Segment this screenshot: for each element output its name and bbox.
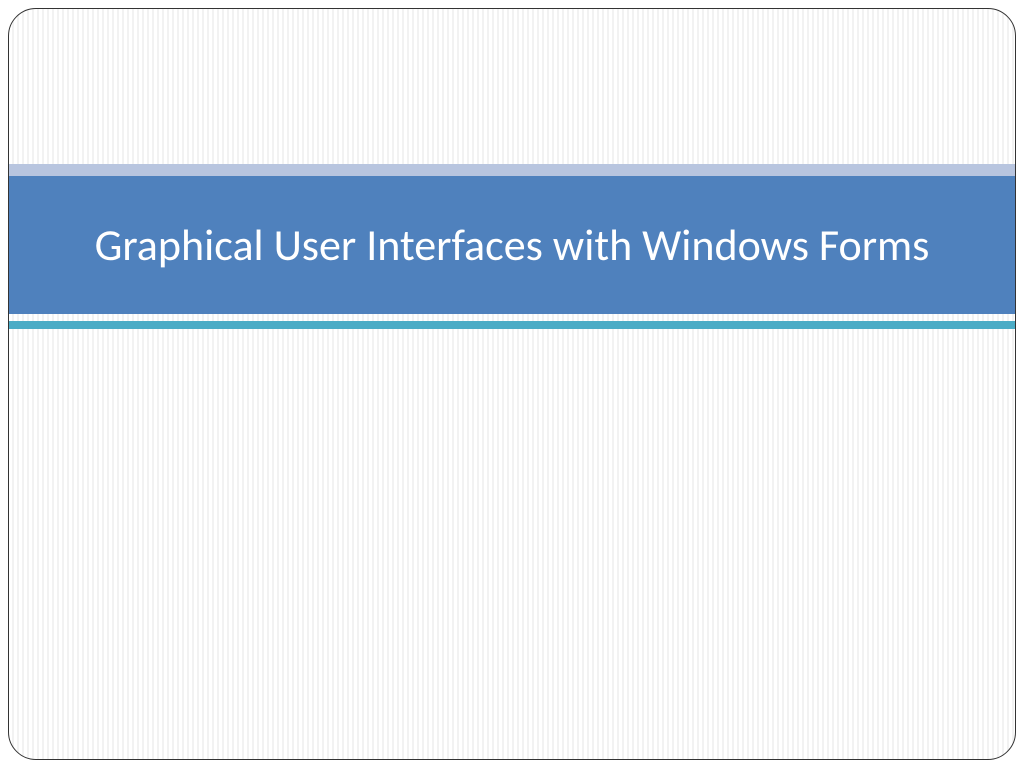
title-band: Graphical User Interfaces with Windows F… — [9, 176, 1015, 314]
slide-frame: Graphical User Interfaces with Windows F… — [8, 8, 1016, 760]
top-accent-bar — [9, 164, 1015, 176]
slide-title: Graphical User Interfaces with Windows F… — [95, 218, 930, 273]
bottom-accent-bar — [9, 321, 1015, 329]
